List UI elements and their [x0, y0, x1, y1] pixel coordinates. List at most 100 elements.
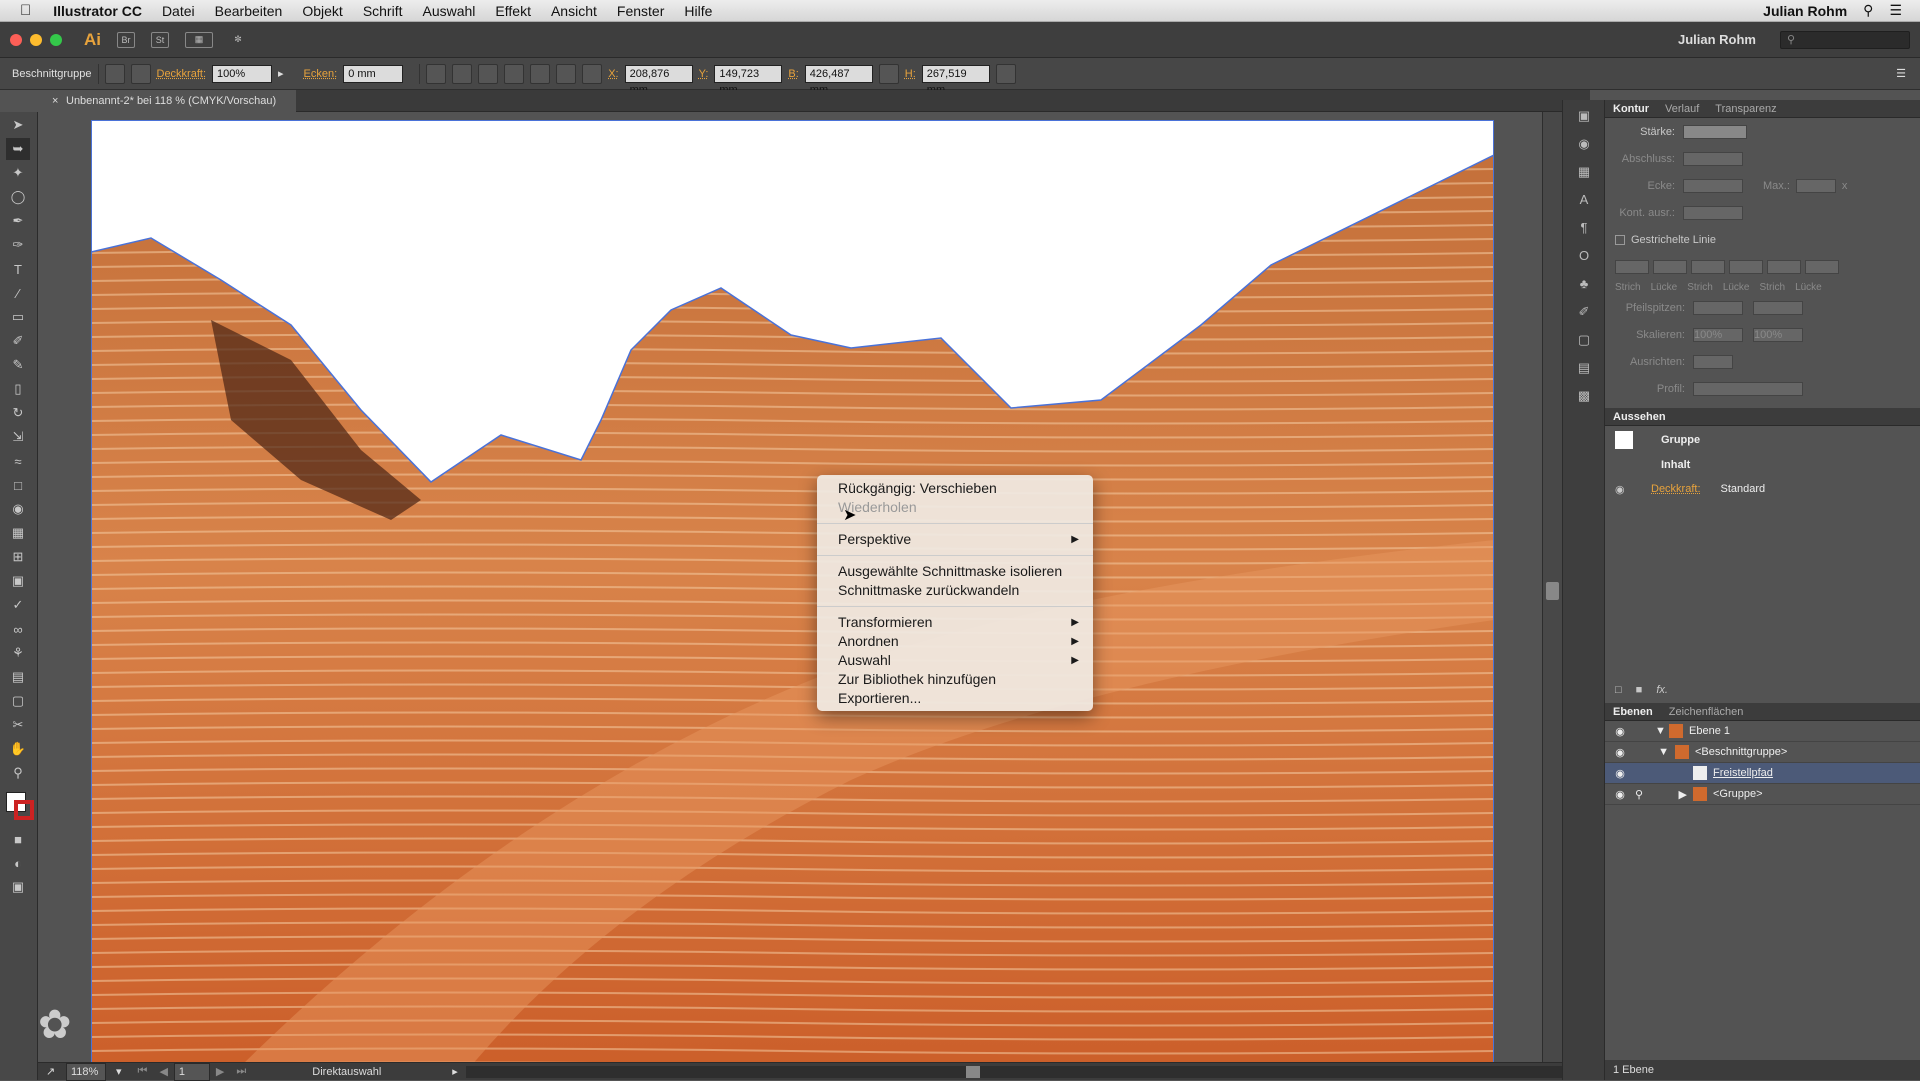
layer-row-beschnittgruppe[interactable]: ◉ ▼ <Beschnittgruppe> [1605, 742, 1920, 763]
apple-icon[interactable]:  [0, 2, 43, 19]
scroll-thumb[interactable] [1546, 582, 1559, 600]
y-label[interactable]: Y: [699, 68, 709, 80]
menu-fenster[interactable]: Fenster [607, 3, 674, 19]
menu-undo-move[interactable]: Rückgängig: Verschieben [817, 479, 1093, 498]
pathfinder-icon[interactable]: ▩ [1574, 388, 1594, 408]
share-icon[interactable]: ↗ [46, 1065, 66, 1078]
align-bottom-icon[interactable] [556, 64, 576, 84]
appearance-group-row[interactable]: Gruppe [1605, 426, 1920, 453]
notification-list-icon[interactable]: ☰ [1889, 2, 1902, 19]
gap-field[interactable] [1729, 260, 1763, 274]
canyon-photo-clipping-group[interactable] [91, 120, 1494, 1062]
constrain-proportions-icon[interactable] [879, 64, 899, 84]
align-middle-icon[interactable] [530, 64, 550, 84]
brushes-icon[interactable]: ✐ [1574, 304, 1594, 324]
eraser-tool-icon[interactable]: ▯ [6, 378, 30, 400]
gap-field[interactable] [1805, 260, 1839, 274]
menu-objekt[interactable]: Objekt [292, 3, 352, 19]
column-graph-tool-icon[interactable]: ▤ [6, 666, 30, 688]
menu-export[interactable]: Exportieren... [817, 689, 1093, 708]
menu-app-name[interactable]: Illustrator CC [43, 3, 152, 19]
add-effect-button[interactable]: fx. [1656, 684, 1668, 696]
menu-release-clipping-mask[interactable]: Schnittmaske zurückwandeln [817, 581, 1093, 600]
stroke-swatch[interactable] [14, 800, 34, 820]
layer-row-freistellpfad[interactable]: ◉ Freistellpfad [1605, 763, 1920, 784]
pen-tool-icon[interactable]: ✒ [6, 210, 30, 232]
add-stroke-icon[interactable]: □ [1615, 684, 1622, 696]
rotate-tool-icon[interactable]: ↻ [6, 402, 30, 424]
dash-field[interactable] [1691, 260, 1725, 274]
dash-field[interactable] [1767, 260, 1801, 274]
reference-point-icon[interactable] [582, 64, 602, 84]
add-fill-icon[interactable]: ■ [1636, 684, 1643, 696]
visibility-eye-icon[interactable]: ◉ [1605, 725, 1635, 738]
artboard-number-field[interactable]: 1 [174, 1063, 210, 1081]
symbols-icon[interactable]: ♣ [1574, 276, 1594, 296]
profile-select[interactable] [1693, 382, 1803, 396]
layer-row-gruppe[interactable]: ◉ ⚲ ▶ <Gruppe> [1605, 784, 1920, 805]
opacity-dropdown-icon[interactable]: ▸ [278, 67, 284, 80]
edit-clipping-path-icon[interactable] [105, 64, 125, 84]
arrange-documents-icon[interactable]: ▦ [185, 32, 213, 48]
cap-buttons[interactable] [1683, 152, 1743, 166]
hand-tool-icon[interactable]: ✋ [6, 738, 30, 760]
artboard[interactable] [91, 120, 1494, 1062]
opentype-icon[interactable]: O [1574, 248, 1594, 268]
expand-triangle-icon[interactable]: ▼ [1635, 746, 1675, 758]
start-arrowhead-select[interactable] [1693, 301, 1743, 315]
height-label[interactable]: H: [905, 68, 916, 80]
scale-tool-icon[interactable]: ⇲ [6, 426, 30, 448]
character-icon[interactable]: A [1574, 192, 1594, 212]
lock-icon[interactable]: ⚲ [1635, 788, 1655, 801]
document-tab[interactable]: × Unbenannt-2* bei 118 % (CMYK/Vorschau) [46, 90, 296, 112]
tab-zeichenflaechen[interactable]: Zeichenflächen [1661, 706, 1752, 718]
align-center-icon[interactable] [452, 64, 472, 84]
previous-artboard-icon[interactable]: ◀ [159, 1065, 167, 1078]
menu-select[interactable]: Auswahl ▶ [817, 651, 1093, 670]
current-tool-label[interactable]: Direktauswahl [312, 1066, 452, 1078]
mesh-tool-icon[interactable]: ⊞ [6, 546, 30, 568]
curvature-tool-icon[interactable]: ✑ [6, 234, 30, 256]
artboard-tool-icon[interactable]: ▢ [6, 690, 30, 712]
gpu-performance-icon[interactable]: ✼ [229, 32, 247, 48]
close-tab-icon[interactable]: × [52, 90, 58, 112]
symbol-sprayer-tool-icon[interactable]: ⚘ [6, 642, 30, 664]
magic-wand-tool-icon[interactable]: ✦ [6, 162, 30, 184]
menu-isolate-clipping-mask[interactable]: Ausgewählte Schnittmaske isolieren [817, 562, 1093, 581]
menubar-user[interactable]: Julian Rohm [1763, 3, 1847, 19]
visibility-eye-icon[interactable]: ◉ [1605, 788, 1635, 801]
artboards-icon[interactable]: ▢ [1574, 332, 1594, 352]
first-artboard-icon[interactable]: ⏮ [138, 1065, 148, 1078]
line-tool-icon[interactable]: ∕ [6, 282, 30, 304]
visibility-eye-icon[interactable]: ◉ [1605, 767, 1635, 780]
corner-buttons[interactable] [1683, 179, 1743, 193]
corners-field[interactable]: 0 mm [343, 65, 403, 83]
vertical-scrollbar[interactable] [1542, 112, 1562, 1062]
align-top-icon[interactable] [504, 64, 524, 84]
tab-verlauf[interactable]: Verlauf [1657, 103, 1707, 115]
align-panel-icon[interactable]: ▤ [1574, 360, 1594, 380]
dash-field[interactable] [1615, 260, 1649, 274]
menu-datei[interactable]: Datei [152, 3, 205, 19]
collapse-triangle-icon[interactable]: ▶ [1655, 788, 1693, 801]
spotlight-search-icon[interactable]: ⚲ [1863, 2, 1873, 19]
edit-contents-icon[interactable] [131, 64, 151, 84]
fill-stroke-swatches[interactable] [4, 790, 37, 826]
visibility-eye-icon[interactable]: ◉ [1615, 483, 1651, 496]
appearance-content-row[interactable]: Inhalt [1605, 453, 1920, 477]
libraries-icon[interactable]: ▣ [1574, 108, 1594, 128]
start-scale-field[interactable]: 100% [1693, 328, 1743, 342]
minimize-window-icon[interactable] [30, 34, 42, 46]
menu-effekt[interactable]: Effekt [485, 3, 541, 19]
drawing-modes-icon[interactable]: ◐ [6, 852, 30, 874]
layer-row-ebene-1[interactable]: ◉ ▼ Ebene 1 [1605, 721, 1920, 742]
corners-label[interactable]: Ecken: [304, 68, 338, 80]
bridge-button[interactable]: Br [117, 32, 135, 48]
rectangle-tool-icon[interactable]: ▭ [6, 306, 30, 328]
menu-bearbeiten[interactable]: Bearbeiten [205, 3, 293, 19]
paragraph-icon[interactable]: ¶ [1574, 220, 1594, 240]
width-tool-icon[interactable]: ≈ [6, 450, 30, 472]
color-mode-icon[interactable]: ■ [6, 828, 30, 850]
tab-kontur[interactable]: Kontur [1605, 103, 1657, 115]
gap-field[interactable] [1653, 260, 1687, 274]
